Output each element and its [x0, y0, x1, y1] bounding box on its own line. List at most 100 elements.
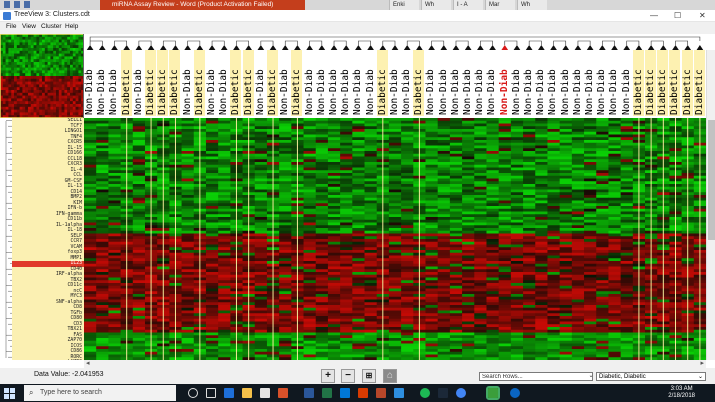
column-label[interactable]: Diabetic	[230, 50, 242, 118]
column-label[interactable]: Non-Diab	[279, 50, 291, 118]
heatmap-cell	[254, 173, 268, 177]
column-label[interactable]: Non-Diab	[547, 50, 559, 118]
column-label[interactable]: Non-Diab	[328, 50, 340, 118]
overview-cell	[33, 95, 37, 99]
column-label[interactable]: Non-Diab	[486, 50, 498, 118]
column-label[interactable]: Non-Diab	[474, 50, 486, 118]
heatmap-cell	[510, 244, 524, 248]
undo-icon[interactable]	[14, 1, 20, 8]
column-label[interactable]: Non-Diab	[450, 50, 462, 118]
heatmap-cell	[218, 321, 231, 325]
column-label[interactable]: Diabetic	[120, 50, 133, 118]
column-label[interactable]: Non-Diab	[133, 50, 145, 118]
heatmap-cell	[474, 233, 487, 237]
column-label[interactable]: Non-Diab	[255, 50, 267, 118]
heatmap-cell	[181, 230, 195, 234]
column-label[interactable]: Non-Diab	[340, 50, 352, 118]
column-label[interactable]: Non-Diab	[304, 50, 316, 118]
heatmap-cell	[218, 164, 231, 168]
heatmap-overview[interactable]	[0, 34, 84, 118]
column-label[interactable]: Diabetic	[413, 50, 425, 118]
heatmap-cell	[462, 299, 475, 303]
heatmap-cell	[401, 296, 414, 300]
redo-icon[interactable]	[24, 1, 30, 8]
heatmap-cell	[462, 222, 475, 226]
column-label[interactable]: Diabetic	[266, 50, 279, 118]
heatmap-cell	[620, 181, 634, 185]
heatmap-cell	[303, 192, 317, 196]
column-label[interactable]: Non-Diab	[84, 50, 96, 118]
column-label[interactable]: Non-Diab	[535, 50, 547, 118]
column-label[interactable]: Non-Diab	[584, 50, 596, 118]
column-label[interactable]: Non-Diab	[389, 50, 401, 118]
row-dendrogram[interactable]	[0, 118, 12, 360]
heatmap-cell	[535, 175, 548, 179]
menu-view[interactable]: View	[22, 23, 36, 30]
heatmap-cell	[535, 313, 548, 317]
heatmap-cell	[279, 310, 292, 314]
column-label[interactable]: Non-Diab	[108, 50, 120, 118]
heatmap-cell	[498, 162, 512, 166]
overview-cell	[14, 84, 17, 88]
column-label[interactable]: Non-Diab	[498, 50, 511, 118]
browser-tab[interactable]: Wh	[421, 0, 451, 10]
close-button[interactable]: ✕	[699, 11, 706, 21]
column-label[interactable]: Diabetic	[242, 50, 255, 118]
save-icon[interactable]	[4, 1, 10, 8]
menu-file[interactable]: File	[6, 23, 16, 30]
menu-help[interactable]: Help	[65, 23, 78, 30]
column-label[interactable]: Non-Diab	[621, 50, 633, 118]
column-label[interactable]: Diabetic	[376, 50, 389, 118]
overview-cell	[8, 84, 12, 88]
heatmap-cell	[449, 118, 463, 122]
maximize-button[interactable]: ☐	[674, 11, 681, 21]
menu-cluster[interactable]: Cluster	[41, 23, 62, 30]
column-label[interactable]: Non-Diab	[511, 50, 523, 118]
column-label[interactable]: Non-Diab	[596, 50, 608, 118]
column-label[interactable]: Non-Diab	[523, 50, 535, 118]
column-label[interactable]: Non-Diab	[401, 50, 413, 118]
column-label[interactable]: Non-Diab	[218, 50, 230, 118]
column-label[interactable]: Non-Diab	[96, 50, 108, 118]
column-label[interactable]: Diabetic	[632, 50, 645, 118]
overview-cell	[75, 36, 79, 40]
column-label[interactable]: Non-Diab	[560, 50, 572, 118]
browser-tab[interactable]: Wh	[517, 0, 547, 10]
column-label[interactable]: Non-Diab	[462, 50, 474, 118]
column-label[interactable]: Diabetic	[657, 50, 669, 118]
column-label[interactable]: Diabetic	[169, 50, 181, 118]
heatmap-cell	[449, 266, 463, 270]
overview-cell	[39, 48, 43, 51]
column-label[interactable]: Non-Diab	[572, 50, 584, 118]
column-label[interactable]: Diabetic	[693, 50, 706, 118]
column-label[interactable]: Non-Diab	[365, 50, 377, 118]
column-label[interactable]: Non-Diab	[608, 50, 620, 118]
column-label[interactable]: Diabetic	[193, 50, 206, 118]
heatmap-cell	[84, 288, 97, 292]
column-label[interactable]: Diabetic	[144, 50, 157, 118]
heatmap-cell	[535, 167, 548, 171]
column-label[interactable]: Non-Diab	[352, 50, 364, 118]
column-label[interactable]: Non-Diab	[206, 50, 218, 118]
heatmap-cell	[84, 120, 97, 124]
heatmap-cell	[608, 203, 622, 207]
heatmap-cell	[486, 206, 500, 210]
column-label[interactable]: Diabetic	[645, 50, 657, 118]
column-label[interactable]: Non-Diab	[182, 50, 194, 118]
browser-tab[interactable]: Mar	[485, 0, 515, 10]
column-label[interactable]: Non-Diab	[316, 50, 328, 118]
column-label[interactable]: Diabetic	[291, 50, 303, 118]
column-label[interactable]: Non-Diab	[438, 50, 450, 118]
column-label[interactable]: Non-Diab	[425, 50, 437, 118]
column-label[interactable]: Diabetic	[681, 50, 694, 118]
browser-tab[interactable]: Enki	[389, 0, 419, 10]
quick-access-toolbar[interactable]	[4, 1, 30, 8]
heatmap-cell	[254, 255, 268, 259]
overview-cell	[67, 42, 71, 46]
column-label[interactable]: Diabetic	[157, 50, 169, 118]
heatmap-cell	[132, 123, 146, 127]
browser-tab[interactable]: I - A	[453, 0, 483, 10]
heatmap[interactable]	[84, 118, 706, 360]
minimize-button[interactable]: —	[650, 11, 658, 21]
column-label[interactable]: Diabetic	[669, 50, 681, 118]
